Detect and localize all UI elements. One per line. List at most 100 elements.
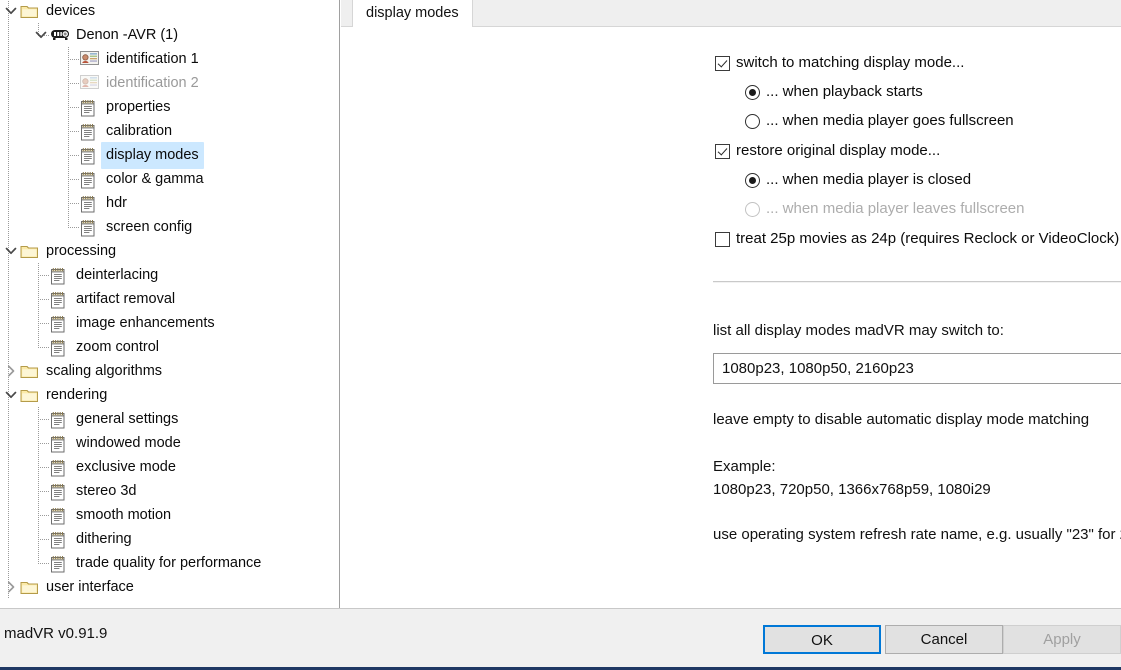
tree-item-image-enhancements[interactable]: image enhancements — [0, 311, 339, 335]
radio-when-media-player-is-closed[interactable]: ... when media player is closed — [745, 171, 971, 188]
id-card-icon — [79, 47, 101, 71]
tree-item-hdr[interactable]: hdr — [0, 191, 339, 215]
tree-item-user-interface[interactable]: user interface — [0, 575, 339, 599]
tree-item-label: color & gamma — [106, 170, 204, 187]
tree-item-artifact-removal[interactable]: artifact removal — [0, 287, 339, 311]
checkbox-switch-to-matching-display-mode[interactable]: switch to matching display mode... — [715, 54, 964, 71]
tree-item-devices[interactable]: devices — [0, 0, 339, 23]
tab-display-modes[interactable]: display modes — [352, 0, 473, 27]
display-modes-caption: list all display modes madVR may switch … — [713, 322, 1004, 339]
checkbox-box-restore-original[interactable] — [715, 144, 730, 159]
checkbox-box-switch-to-matching[interactable] — [715, 56, 730, 71]
tree-item-identification-1[interactable]: identification 1 — [0, 47, 339, 71]
tree-item-label: scaling algorithms — [46, 362, 163, 379]
tree-item-label: general settings — [76, 410, 179, 427]
tree-item-color-gamma[interactable]: color & gamma — [0, 167, 339, 191]
ok-button[interactable]: OK — [763, 625, 881, 654]
tree-item-trade-quality-for-performance[interactable]: trade quality for performance — [0, 551, 339, 575]
checkbox-restore-original-display-mode[interactable]: restore original display mode... — [715, 142, 940, 159]
tree-item-display-modes[interactable]: display modes — [0, 141, 339, 169]
radio-label-when-goes-fullscreen: ... when media player goes fullscreen — [766, 112, 1014, 129]
tree-item-screen-config[interactable]: screen config — [0, 215, 339, 239]
tree-expander-spacer — [33, 263, 49, 287]
chevron-down-icon[interactable] — [3, 0, 19, 23]
tree-item-zoom-control[interactable]: zoom control — [0, 335, 339, 359]
tree-item-label: devices — [46, 2, 96, 19]
settings-tree[interactable]: devices Denon -AVR (1) identification 1 ide… — [0, 0, 339, 608]
tree-item-label: smooth motion — [76, 506, 172, 523]
cancel-button[interactable]: Cancel — [885, 625, 1003, 654]
radio-label-when-playback-starts: ... when playback starts — [766, 83, 923, 100]
display-modes-input[interactable] — [713, 353, 1121, 384]
tree-item-general-settings[interactable]: general settings — [0, 407, 339, 431]
tree-expander-spacer — [33, 287, 49, 311]
tree-expander-spacer — [63, 47, 79, 71]
chevron-down-icon[interactable] — [33, 23, 49, 47]
notepad-icon — [49, 551, 71, 575]
tab-strip: display modes — [341, 0, 1121, 27]
tree-item-label: identification 2 — [106, 74, 199, 91]
folder-icon — [19, 575, 41, 599]
radio-label-when-leaves-fullscreen: ... when media player leaves fullscreen — [766, 200, 1025, 217]
checkbox-treat-25p-as-24p[interactable]: treat 25p movies as 24p (requires Recloc… — [715, 230, 1119, 247]
tree-item-identification-2[interactable]: identification 2 — [0, 71, 339, 95]
tree-item-label: dithering — [76, 530, 132, 547]
tree-item-label: deinterlacing — [76, 266, 159, 283]
notepad-icon — [49, 455, 71, 479]
radio-dot-when-playback-starts[interactable] — [745, 85, 760, 100]
tree-expander-spacer — [33, 335, 49, 359]
tree-item-windowed-mode[interactable]: windowed mode — [0, 431, 339, 455]
tree-item-label: hdr — [106, 194, 127, 211]
notepad-icon — [79, 215, 101, 239]
tree-expander-spacer — [33, 311, 49, 335]
chevron-down-icon[interactable] — [3, 383, 19, 407]
checkbox-box-treat-25p[interactable] — [715, 232, 730, 247]
projector-icon — [49, 23, 71, 47]
radio-dot-when-goes-fullscreen[interactable] — [745, 114, 760, 129]
tree-item-rendering[interactable]: rendering — [0, 383, 339, 407]
notepad-icon — [49, 431, 71, 455]
tree-item-scaling-algorithms[interactable]: scaling algorithms — [0, 359, 339, 383]
help-line-leave-empty: leave empty to disable automatic display… — [713, 411, 1090, 428]
tree-item-smooth-motion[interactable]: smooth motion — [0, 503, 339, 527]
chevron-right-icon[interactable] — [3, 575, 19, 599]
tree-expander-spacer — [33, 551, 49, 575]
tree-item-label: trade quality for performance — [76, 554, 262, 571]
chevron-right-icon[interactable] — [3, 359, 19, 383]
folder-icon — [19, 239, 41, 263]
settings-tree-panel[interactable]: devices Denon -AVR (1) identification 1 ide… — [0, 0, 340, 609]
tree-item-dithering[interactable]: dithering — [0, 527, 339, 551]
tree-expander-spacer — [33, 407, 49, 431]
radio-when-playback-starts[interactable]: ... when playback starts — [745, 83, 923, 100]
tree-item-exclusive-mode[interactable]: exclusive mode — [0, 455, 339, 479]
tree-item-label: Denon -AVR (1) — [76, 26, 179, 43]
notepad-icon — [79, 167, 101, 191]
tree-item-processing[interactable]: processing — [0, 239, 339, 263]
tree-item-properties[interactable]: properties — [0, 95, 339, 119]
chevron-down-icon[interactable] — [3, 239, 19, 263]
tree-item-calibration[interactable]: calibration — [0, 119, 339, 143]
tree-item-deinterlacing[interactable]: deinterlacing — [0, 263, 339, 287]
tree-item-label: identification 1 — [106, 50, 199, 67]
tree-item-stereo-3d[interactable]: stereo 3d — [0, 479, 339, 503]
radio-when-media-player-goes-fullscreen[interactable]: ... when media player goes fullscreen — [745, 112, 1014, 129]
radio-dot-when-player-closed[interactable] — [745, 173, 760, 188]
tree-item-label: image enhancements — [76, 314, 215, 331]
checkbox-label-treat-25p: treat 25p movies as 24p (requires Recloc… — [736, 230, 1120, 247]
tree-item-denon-avr-1[interactable]: Denon -AVR (1) — [0, 23, 339, 47]
notepad-icon — [79, 95, 101, 119]
id-card-icon — [79, 71, 101, 95]
notepad-icon — [49, 407, 71, 431]
tree-item-label: zoom control — [76, 338, 160, 355]
help-line-refresh-rate-name: use operating system refresh rate name, … — [713, 526, 1121, 543]
